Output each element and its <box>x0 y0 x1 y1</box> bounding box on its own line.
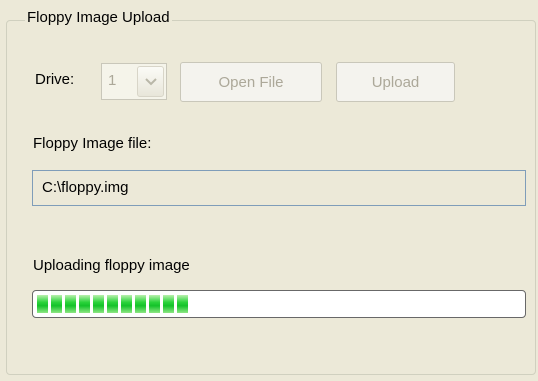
progress-segment <box>121 295 132 313</box>
upload-progress-bar <box>32 290 526 318</box>
progress-segment <box>177 295 188 313</box>
progress-segment <box>51 295 62 313</box>
groupbox-title: Floppy Image Upload <box>25 9 172 26</box>
open-file-button[interactable]: Open File <box>180 62 322 102</box>
progress-segment <box>107 295 118 313</box>
drive-label: Drive: <box>35 71 75 88</box>
progress-segment <box>93 295 104 313</box>
progress-track <box>36 294 522 314</box>
floppy-file-field[interactable]: C:\floppy.img <box>32 170 526 206</box>
progress-fill <box>37 295 188 313</box>
floppy-file-label: Floppy Image file: <box>33 135 152 152</box>
progress-segment <box>149 295 160 313</box>
progress-segment <box>79 295 90 313</box>
drive-dropdown-button[interactable] <box>137 66 164 97</box>
floppy-file-path: C:\floppy.img <box>42 179 129 196</box>
progress-segment <box>163 295 174 313</box>
progress-segment <box>65 295 76 313</box>
upload-button[interactable]: Upload <box>336 62 455 102</box>
drive-select-value: 1 <box>108 72 117 89</box>
chevron-down-icon <box>144 77 157 85</box>
progress-segment <box>37 295 48 313</box>
drive-select[interactable]: 1 <box>101 63 167 100</box>
progress-segment <box>135 295 146 313</box>
upload-progress-label: Uploading floppy image <box>33 257 190 274</box>
